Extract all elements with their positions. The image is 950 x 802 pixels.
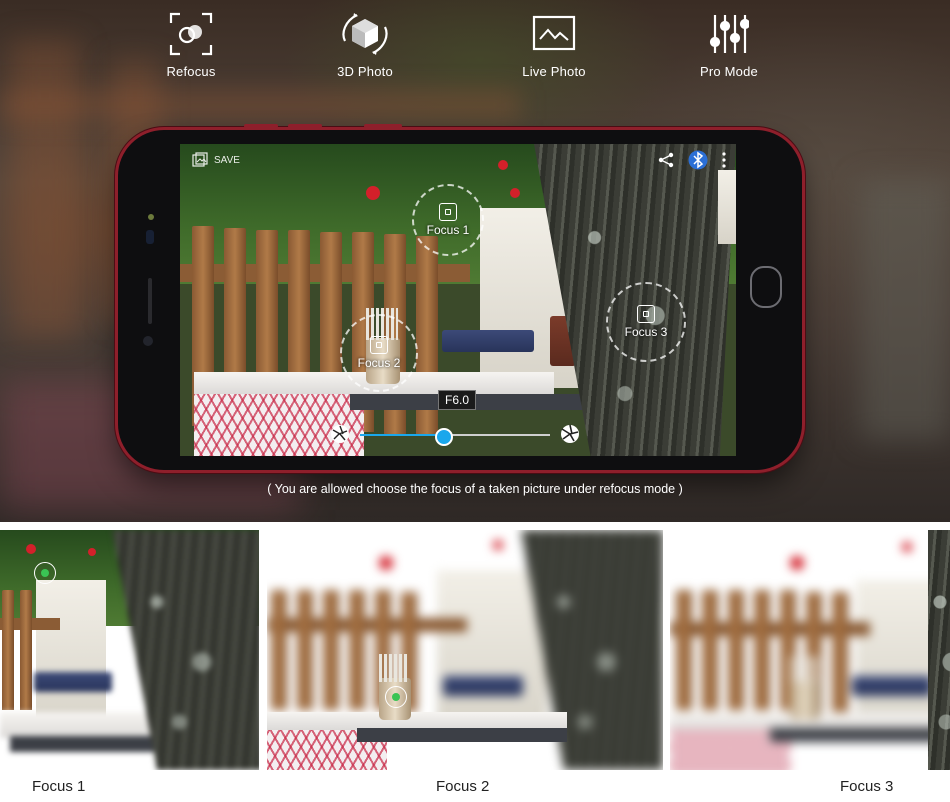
feature-label: Live Photo (522, 64, 586, 79)
3d-cube-icon (295, 8, 435, 60)
phone-device: SAVE Focus 1 Focus 2 Focus 3 F6.0 (118, 124, 802, 470)
aperture-wide-icon[interactable] (330, 424, 350, 444)
volume-button (288, 124, 322, 128)
focus-point-3[interactable]: Focus 3 (606, 282, 686, 362)
caption-text: ( You are allowed choose the focus of a … (267, 482, 683, 496)
focus-comparison: Focus 1 Focus 2 Focus 3 (0, 522, 950, 802)
thumbnail-label: Focus 2 (436, 778, 490, 795)
feature-label: 3D Photo (337, 64, 393, 79)
focus-target-icon (439, 203, 457, 221)
feature-bar: Refocus 3D Photo Live Photo Pro Mode (0, 0, 950, 100)
focus-marker-icon (385, 686, 407, 708)
aperture-value: F6.0 (438, 390, 477, 410)
save-label: SAVE (214, 154, 240, 166)
home-button[interactable] (750, 266, 782, 308)
aperture-slider-fill (360, 434, 444, 436)
feature-live-photo[interactable]: Live Photo (484, 8, 624, 79)
live-photo-icon (484, 8, 624, 60)
volume-button (364, 124, 402, 128)
focus-label: Focus 3 (624, 325, 668, 339)
thumbnail-focus-3[interactable] (670, 530, 950, 770)
focus-target-icon (370, 336, 388, 354)
more-options-icon[interactable] (722, 152, 726, 168)
feature-3d-photo[interactable]: 3D Photo (295, 8, 435, 79)
share-icon[interactable] (658, 152, 674, 168)
save-button[interactable]: SAVE (192, 152, 240, 168)
feature-label: Pro Mode (700, 64, 758, 79)
bluetooth-icon[interactable] (688, 150, 708, 170)
focus-marker-icon (34, 562, 56, 584)
focus-label: Focus 1 (426, 223, 470, 237)
aperture-narrow-icon[interactable] (560, 424, 580, 444)
focus-target-icon (637, 305, 655, 323)
sliders-icon (659, 8, 799, 60)
feature-pro-mode[interactable]: Pro Mode (659, 8, 799, 79)
earpiece-speaker (148, 278, 152, 324)
focus-point-1[interactable]: Focus 1 (412, 184, 484, 256)
refocus-icon (121, 8, 261, 60)
focus-label: Focus 2 (357, 356, 401, 370)
aperture-slider-handle[interactable] (434, 428, 453, 446)
focus-point-2[interactable]: Focus 2 (340, 314, 418, 392)
sensor-dot (148, 214, 154, 220)
thumbnail-label: Focus 3 (840, 778, 894, 795)
feature-label: Refocus (166, 64, 216, 79)
power-button (244, 124, 278, 128)
thumbnail-focus-1[interactable] (0, 530, 259, 770)
proximity-sensor (146, 230, 154, 244)
camera-screen[interactable]: SAVE Focus 1 Focus 2 Focus 3 F6.0 (180, 144, 736, 456)
thumbnail-focus-2[interactable] (267, 530, 663, 770)
thumbnail-label: Focus 1 (32, 778, 86, 795)
front-camera (143, 336, 153, 346)
camera-top-bar: SAVE (180, 144, 736, 174)
gallery-icon (192, 152, 208, 167)
feature-refocus[interactable]: Refocus (121, 8, 261, 79)
